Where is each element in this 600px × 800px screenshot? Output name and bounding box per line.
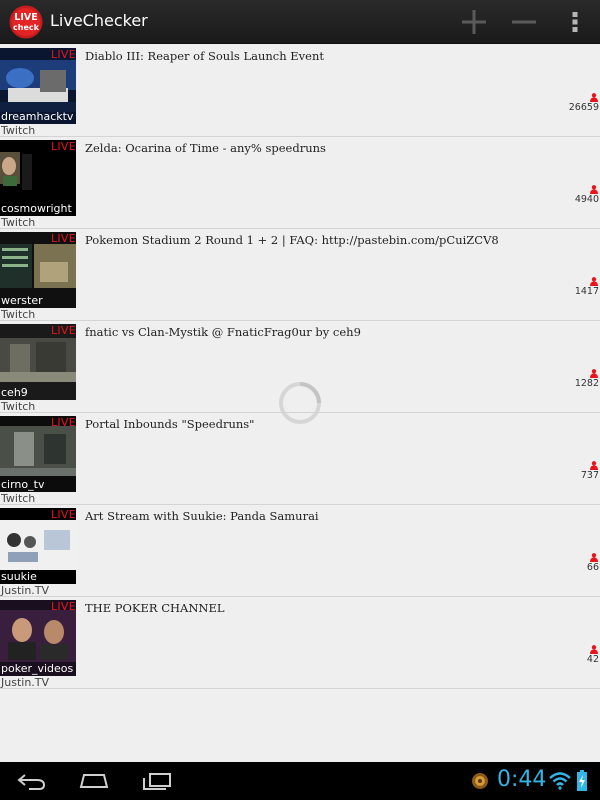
- stream-thumbnail: LIVE dreamhacktv: [0, 48, 76, 124]
- channel-name: werster: [1, 294, 43, 307]
- overflow-menu-icon: [572, 12, 578, 32]
- stream-platform: Twitch: [1, 216, 36, 229]
- stream-platform: Twitch: [1, 308, 36, 321]
- add-stream-button[interactable]: [449, 0, 499, 44]
- viewer-count: 4940: [574, 194, 599, 205]
- app-logo-icon[interactable]: LIVE check: [9, 5, 43, 39]
- viewer-count: 1417: [574, 286, 599, 297]
- wifi-icon: [549, 772, 571, 790]
- channel-name: poker_videos: [1, 662, 74, 675]
- live-badge: LIVE: [50, 324, 76, 337]
- add-icon: [462, 10, 486, 34]
- home-icon: [79, 774, 109, 788]
- stream-platform: Justin.TV: [1, 584, 50, 597]
- logo-text-bottom: check: [13, 23, 40, 32]
- stream-platform: Justin.TV: [1, 676, 50, 689]
- back-icon: [17, 774, 46, 790]
- viewer-count: 66: [586, 562, 599, 573]
- status-clock: 0:44: [497, 767, 547, 792]
- channel-name: cirno_tv: [1, 478, 45, 491]
- stream-row[interactable]: LIVE poker_videos Justin.TV THE POKER CH…: [0, 597, 600, 689]
- stream-thumbnail: LIVE suukie: [0, 508, 76, 584]
- viewer-icon: [590, 277, 598, 286]
- viewer-icon: [590, 369, 598, 378]
- stream-platform: Twitch: [1, 492, 36, 505]
- live-badge: LIVE: [50, 416, 76, 429]
- stream-title: Art Stream with Suukie: Panda Samurai: [85, 509, 319, 523]
- stream-title: Portal Inbounds "Speedruns": [85, 417, 255, 431]
- app-root: LIVE check LiveChecker LIVE dreamhacktv …: [0, 0, 600, 800]
- recents-icon: [143, 773, 171, 790]
- channel-name: cosmowright: [1, 202, 72, 215]
- stream-title: Diablo III: Reaper of Souls Launch Event: [85, 49, 324, 63]
- viewer-icon: [590, 461, 598, 470]
- stream-thumbnail: LIVE cirno_tv: [0, 416, 76, 492]
- stream-title: THE POKER CHANNEL: [85, 601, 225, 615]
- stream-list[interactable]: LIVE dreamhacktv Twitch Diablo III: Reap…: [0, 45, 600, 689]
- viewer-count: 42: [586, 654, 599, 665]
- stream-row[interactable]: LIVE dreamhacktv Twitch Diablo III: Reap…: [0, 45, 600, 137]
- stream-platform: Twitch: [1, 124, 36, 137]
- viewer-icon: [590, 553, 598, 562]
- remove-icon: [512, 20, 536, 24]
- channel-name: dreamhacktv: [1, 110, 74, 123]
- stream-thumbnail: LIVE poker_videos: [0, 600, 76, 676]
- logo-text-top: LIVE: [14, 12, 37, 23]
- overflow-menu-button[interactable]: [550, 0, 600, 44]
- stream-title: Pokemon Stadium 2 Round 1 + 2 | FAQ: htt…: [85, 233, 499, 247]
- live-badge: LIVE: [50, 508, 76, 521]
- live-badge: LIVE: [50, 48, 76, 61]
- channel-name: suukie: [1, 570, 37, 583]
- viewer-icon: [590, 185, 598, 194]
- stream-thumbnail: LIVE cosmowright: [0, 140, 76, 216]
- nav-home-button[interactable]: [64, 762, 124, 800]
- stream-thumbnail: LIVE ceh9: [0, 324, 76, 400]
- stream-row[interactable]: LIVE cosmowright Twitch Zelda: Ocarina o…: [0, 137, 600, 229]
- battery-charging-icon: [577, 770, 587, 791]
- action-bar: LIVE check LiveChecker: [0, 0, 600, 44]
- app-title: LiveChecker: [50, 11, 148, 30]
- stream-row[interactable]: LIVE suukie Justin.TV Art Stream with Su…: [0, 505, 600, 597]
- viewer-count: 737: [580, 470, 599, 481]
- stream-row[interactable]: LIVE cirno_tv Twitch Portal Inbounds "Sp…: [0, 413, 600, 505]
- remove-stream-button[interactable]: [499, 0, 549, 44]
- system-nav-bar: 0:44: [0, 762, 600, 800]
- viewer-count: 1282: [574, 378, 599, 389]
- channel-name: ceh9: [1, 386, 28, 399]
- stream-row[interactable]: LIVE werster Twitch Pokemon Stadium 2 Ro…: [0, 229, 600, 321]
- live-badge: LIVE: [50, 600, 76, 613]
- stream-title: Zelda: Ocarina of Time - any% speedruns: [85, 141, 326, 155]
- stream-platform: Twitch: [1, 400, 36, 413]
- viewer-icon: [590, 645, 598, 654]
- nav-recents-button[interactable]: [127, 762, 187, 800]
- loading-spinner-icon: [279, 382, 321, 424]
- nav-back-button[interactable]: [2, 762, 62, 800]
- notification-icon: [472, 773, 488, 789]
- live-badge: LIVE: [50, 232, 76, 245]
- live-badge: LIVE: [50, 140, 76, 153]
- stream-title: fnatic vs Clan-Mystik @ FnaticFrag0ur by…: [85, 325, 361, 339]
- stream-thumbnail: LIVE werster: [0, 232, 76, 308]
- viewer-icon: [590, 93, 598, 102]
- viewer-count: 26659: [568, 102, 599, 113]
